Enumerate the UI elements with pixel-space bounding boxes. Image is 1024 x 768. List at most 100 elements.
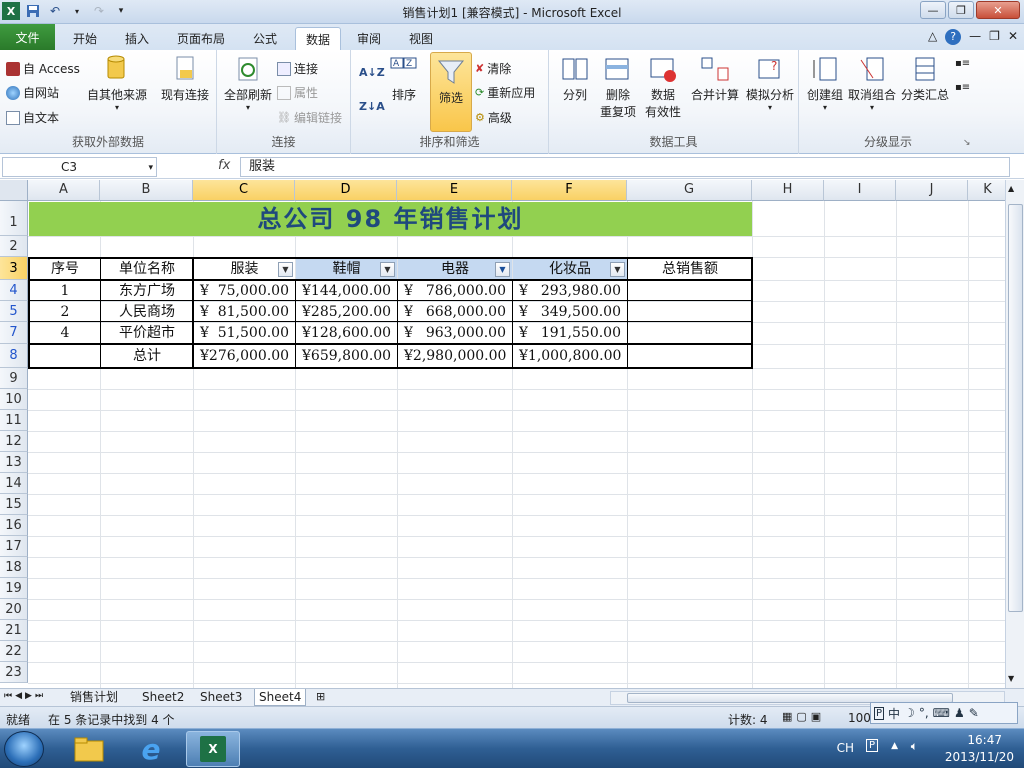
cell-d8[interactable]: ¥659,800.00 bbox=[296, 346, 397, 367]
cell-c5[interactable]: ¥81,500.00 bbox=[194, 302, 295, 322]
tab-file[interactable]: 文件 bbox=[0, 24, 55, 50]
cell-b5[interactable]: 人民商场 bbox=[101, 302, 193, 322]
other-sources-button[interactable]: 自其他来源 ▾ bbox=[86, 54, 148, 112]
column-header-f[interactable]: F bbox=[512, 180, 627, 201]
consolidate-button[interactable]: 合并计算 bbox=[689, 54, 741, 103]
sheet-tab-sheet4[interactable]: Sheet4 bbox=[254, 689, 307, 706]
cell-c4[interactable]: ¥75,000.00 bbox=[194, 281, 295, 301]
column-header-b[interactable]: B bbox=[100, 180, 193, 201]
edit-links-button[interactable]: ⛓ 编辑链接 bbox=[277, 109, 342, 126]
column-header-i[interactable]: I bbox=[824, 180, 896, 201]
refresh-all-button[interactable]: 全部刷新 ▾ bbox=[221, 54, 275, 112]
filter-dropdown-clothing[interactable]: ▼ bbox=[278, 262, 293, 277]
row-header-7[interactable]: 7 bbox=[0, 322, 28, 344]
ime-logo-icon[interactable]: P bbox=[874, 706, 885, 720]
excel-taskbar-icon[interactable]: X bbox=[186, 731, 240, 767]
vertical-scroll-thumb[interactable] bbox=[1008, 204, 1023, 612]
zoom-level[interactable]: 100 bbox=[848, 711, 871, 725]
row-header-12[interactable]: 12 bbox=[0, 431, 28, 452]
formula-input[interactable]: 服装 bbox=[240, 157, 1010, 177]
doc-minimize-icon[interactable]: — bbox=[969, 29, 981, 45]
vertical-scrollbar[interactable]: ▲ ▼ bbox=[1005, 180, 1024, 688]
tab-insert[interactable]: 插入 bbox=[114, 27, 160, 50]
doc-close-icon[interactable]: ✕ bbox=[1008, 29, 1018, 45]
start-button-icon[interactable] bbox=[4, 731, 44, 767]
ime-user-icon[interactable]: ♟ bbox=[954, 706, 965, 720]
cell-a5[interactable]: 2 bbox=[30, 302, 100, 322]
column-header-g[interactable]: G bbox=[627, 180, 752, 201]
scroll-down-icon[interactable]: ▼ bbox=[1008, 674, 1014, 683]
sheet-tab-sheet2[interactable]: Sheet2 bbox=[138, 689, 188, 706]
insert-sheet-icon[interactable]: ⊞ bbox=[316, 690, 325, 703]
tab-review[interactable]: 审阅 bbox=[346, 27, 392, 50]
name-box-dropdown-icon[interactable]: ▾ bbox=[148, 159, 153, 177]
tab-view[interactable]: 视图 bbox=[398, 27, 444, 50]
cell-f8[interactable]: ¥1,000,800.00 bbox=[513, 346, 627, 367]
column-header-j[interactable]: J bbox=[896, 180, 968, 201]
cell-e4[interactable]: ¥786,000.00 bbox=[398, 281, 512, 301]
row-header-13[interactable]: 13 bbox=[0, 452, 28, 473]
worksheet-grid[interactable]: A B C D E F G H I J K 1 2 3 4 5 7 8 9 10… bbox=[0, 180, 1005, 688]
show-detail-button[interactable]: ▪≡ bbox=[955, 58, 970, 69]
minimize-button[interactable]: — bbox=[920, 1, 946, 19]
cell-a7[interactable]: 4 bbox=[30, 323, 100, 344]
advanced-filter-button[interactable]: ⚙ 高级 bbox=[475, 109, 512, 126]
ungroup-button[interactable]: 取消组合 ▾ bbox=[847, 54, 897, 112]
filter-dropdown-cosmetics[interactable]: ▼ bbox=[610, 262, 625, 277]
tab-page-layout[interactable]: 页面布局 bbox=[168, 27, 234, 50]
header-cell-total-sales[interactable]: 总销售额 bbox=[628, 259, 752, 279]
scroll-up-icon[interactable]: ▲ bbox=[1008, 184, 1014, 193]
row-header-4[interactable]: 4 bbox=[0, 280, 28, 301]
minimize-ribbon-icon[interactable]: △ bbox=[928, 29, 937, 45]
row-header-23[interactable]: 23 bbox=[0, 662, 28, 683]
explorer-icon[interactable] bbox=[62, 731, 116, 767]
row-header-21[interactable]: 21 bbox=[0, 620, 28, 641]
column-header-d[interactable]: D bbox=[295, 180, 397, 201]
row-header-9[interactable]: 9 bbox=[0, 368, 28, 389]
column-header-k[interactable]: K bbox=[968, 180, 1005, 201]
filter-button[interactable]: 筛选 bbox=[430, 52, 472, 132]
properties-button[interactable]: 属性 bbox=[277, 84, 318, 101]
select-all-corner[interactable] bbox=[0, 180, 28, 201]
header-cell-name[interactable]: 单位名称 bbox=[101, 259, 193, 279]
restore-button[interactable]: ❐ bbox=[948, 1, 974, 19]
cell-a4[interactable]: 1 bbox=[30, 281, 100, 301]
cell-f5[interactable]: ¥349,500.00 bbox=[513, 302, 627, 322]
column-header-h[interactable]: H bbox=[752, 180, 824, 201]
cell-f7[interactable]: ¥191,550.00 bbox=[513, 323, 627, 344]
outline-settings-launcher[interactable]: ↘ bbox=[963, 138, 971, 148]
view-buttons-icon[interactable]: ▦▢▣ bbox=[782, 710, 825, 723]
sheet-nav-arrows-icon[interactable]: ⏮◀▶⏭ bbox=[4, 691, 46, 701]
row-header-8[interactable]: 8 bbox=[0, 344, 28, 368]
cell-e5[interactable]: ¥668,000.00 bbox=[398, 302, 512, 322]
tray-arrow-icon[interactable]: ▲ bbox=[891, 741, 898, 751]
row-header-20[interactable]: 20 bbox=[0, 599, 28, 620]
sort-desc-button[interactable]: Z↓A bbox=[359, 100, 385, 113]
ime-moon-icon[interactable]: ☽ bbox=[904, 706, 915, 720]
row-header-3[interactable]: 3 bbox=[0, 257, 28, 280]
ime-punct-icon[interactable]: °, bbox=[919, 706, 929, 720]
from-web-button[interactable]: 自网站 bbox=[6, 84, 59, 101]
row-header-15[interactable]: 15 bbox=[0, 494, 28, 515]
subtotal-button[interactable]: 分类汇总 bbox=[899, 54, 951, 103]
connections-button[interactable]: 连接 bbox=[277, 60, 318, 77]
row-header-19[interactable]: 19 bbox=[0, 578, 28, 599]
what-if-button[interactable]: ? 模拟分析 ▾ bbox=[743, 54, 797, 112]
row-header-17[interactable]: 17 bbox=[0, 536, 28, 557]
help-icon[interactable]: ? bbox=[945, 29, 962, 45]
internet-explorer-icon[interactable]: e bbox=[124, 731, 178, 767]
cell-b7[interactable]: 平价超市 bbox=[101, 323, 193, 344]
row-header-10[interactable]: 10 bbox=[0, 389, 28, 410]
cell-e8[interactable]: ¥2,980,000.00 bbox=[398, 346, 512, 367]
remove-duplicates-button[interactable]: 删除 重复项 bbox=[597, 54, 639, 120]
row-header-18[interactable]: 18 bbox=[0, 557, 28, 578]
doc-restore-icon[interactable]: ❐ bbox=[989, 29, 1000, 45]
data-validation-button[interactable]: 数据 有效性 bbox=[641, 54, 685, 120]
hide-detail-button[interactable]: ▪≡ bbox=[955, 82, 970, 93]
sheet-tab-sheet3[interactable]: Sheet3 bbox=[196, 689, 246, 706]
clear-filter-button[interactable]: ✘ 清除 bbox=[475, 60, 511, 77]
row-header-2[interactable]: 2 bbox=[0, 236, 28, 257]
column-header-e[interactable]: E bbox=[397, 180, 512, 201]
row-header-5[interactable]: 5 bbox=[0, 301, 28, 322]
filter-active-electronics-icon[interactable]: ▼ bbox=[495, 262, 510, 277]
